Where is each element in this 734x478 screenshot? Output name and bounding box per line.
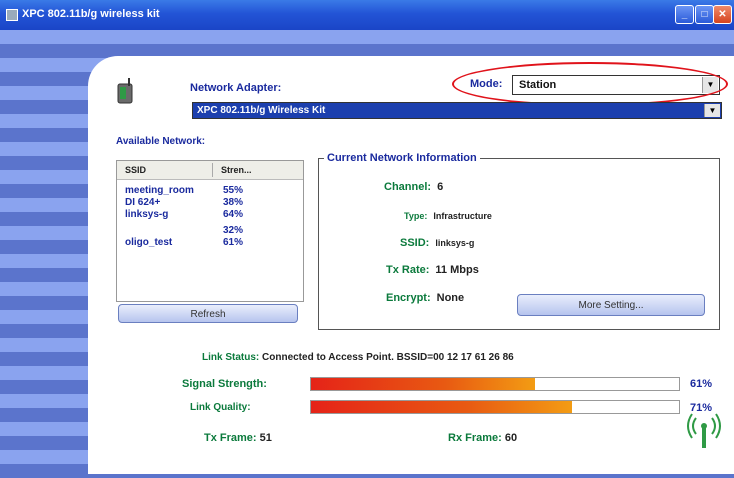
txrate-row: Tx Rate: 11 Mbps bbox=[386, 264, 479, 276]
list-item-strength: 38% bbox=[223, 197, 244, 208]
available-network-label: Available Network: bbox=[116, 136, 206, 147]
rx-frame-label: Rx Frame: bbox=[448, 432, 502, 444]
app-icon bbox=[6, 9, 18, 21]
chevron-down-icon[interactable]: ▼ bbox=[704, 104, 720, 117]
list-item[interactable]: meeting_room 55% bbox=[117, 185, 303, 197]
current-network-title: Current Network Information bbox=[324, 152, 480, 164]
link-quality-bar bbox=[310, 400, 680, 414]
adapter-icon bbox=[117, 78, 133, 104]
type-value: Infrastructure bbox=[433, 211, 492, 221]
ssid-row: SSID: linksys-g bbox=[400, 237, 474, 249]
link-status-row: Link Status: Connected to Access Point. … bbox=[202, 352, 514, 363]
rx-frame-row: Rx Frame: 60 bbox=[448, 432, 517, 444]
list-item[interactable]: 32% bbox=[117, 225, 303, 237]
adapter-label: Network Adapter: bbox=[190, 82, 282, 94]
channel-value: 6 bbox=[437, 181, 444, 193]
txrate-label: Tx Rate: bbox=[386, 264, 430, 276]
list-item-ssid: oligo_test bbox=[125, 237, 173, 248]
type-row: Type: Infrastructure bbox=[404, 210, 492, 222]
list-item-strength: 32% bbox=[223, 225, 244, 236]
signal-strength-percent: 61% bbox=[690, 378, 713, 390]
encrypt-row: Encrypt: None bbox=[386, 292, 464, 304]
list-item-strength: 55% bbox=[223, 185, 244, 196]
txrate-value: 11 Mbps bbox=[435, 264, 479, 276]
rx-frame-value: 60 bbox=[504, 432, 518, 444]
type-label: Type: bbox=[404, 211, 428, 221]
list-item-strength: 61% bbox=[223, 237, 244, 248]
list-item[interactable]: DI 624+ 38% bbox=[117, 197, 303, 209]
link-quality-fill bbox=[311, 401, 573, 413]
more-setting-button[interactable]: More Setting... bbox=[517, 294, 705, 316]
column-ssid[interactable]: SSID bbox=[125, 165, 146, 175]
ssid-label: SSID: bbox=[400, 237, 430, 249]
list-item-ssid: linksys-g bbox=[125, 209, 169, 220]
link-status-label: Link Status: bbox=[202, 352, 260, 363]
link-status-value: Connected to Access Point. BSSID=00 12 1… bbox=[262, 352, 514, 363]
list-item-strength: 64% bbox=[223, 209, 244, 220]
adapter-dropdown[interactable]: XPC 802.11b/g Wireless Kit ▼ bbox=[192, 102, 722, 119]
signal-strength-bar bbox=[310, 377, 680, 391]
list-item-ssid: meeting_room bbox=[125, 185, 194, 196]
mode-highlight-oval bbox=[452, 62, 728, 106]
refresh-button[interactable]: Refresh bbox=[118, 304, 298, 323]
column-strength[interactable]: Stren... bbox=[221, 165, 252, 175]
minimize-button[interactable]: _ bbox=[675, 5, 694, 24]
network-list[interactable]: SSID Stren... meeting_room 55% DI 624+ 3… bbox=[116, 160, 304, 302]
close-button[interactable]: ✕ bbox=[713, 5, 732, 24]
signal-strength-label: Signal Strength: bbox=[182, 378, 267, 390]
list-item[interactable]: linksys-g 64% bbox=[117, 209, 303, 221]
tx-frame-value: 51 bbox=[259, 432, 272, 444]
window-title: XPC 802.11b/g wireless kit bbox=[22, 8, 160, 20]
encrypt-label: Encrypt: bbox=[386, 292, 431, 304]
tx-frame-label: Tx Frame: bbox=[204, 432, 257, 444]
tx-frame-row: Tx Frame: 51 bbox=[204, 432, 272, 444]
maximize-button[interactable]: □ bbox=[695, 5, 714, 24]
title-bar: XPC 802.11b/g wireless kit _ □ ✕ bbox=[0, 0, 734, 30]
adapter-value: XPC 802.11b/g Wireless Kit bbox=[197, 105, 326, 116]
encrypt-value: None bbox=[436, 292, 465, 304]
list-header: SSID Stren... bbox=[117, 161, 303, 180]
wireless-signal-icon bbox=[687, 413, 721, 448]
ssid-value: linksys-g bbox=[435, 238, 475, 248]
link-quality-label: Link Quality: bbox=[190, 402, 251, 413]
list-item[interactable]: oligo_test 61% bbox=[117, 237, 303, 249]
channel-label: Channel: bbox=[384, 181, 432, 193]
channel-row: Channel: 6 bbox=[384, 181, 443, 193]
list-item-ssid: DI 624+ bbox=[125, 197, 161, 208]
signal-strength-fill bbox=[311, 378, 536, 390]
